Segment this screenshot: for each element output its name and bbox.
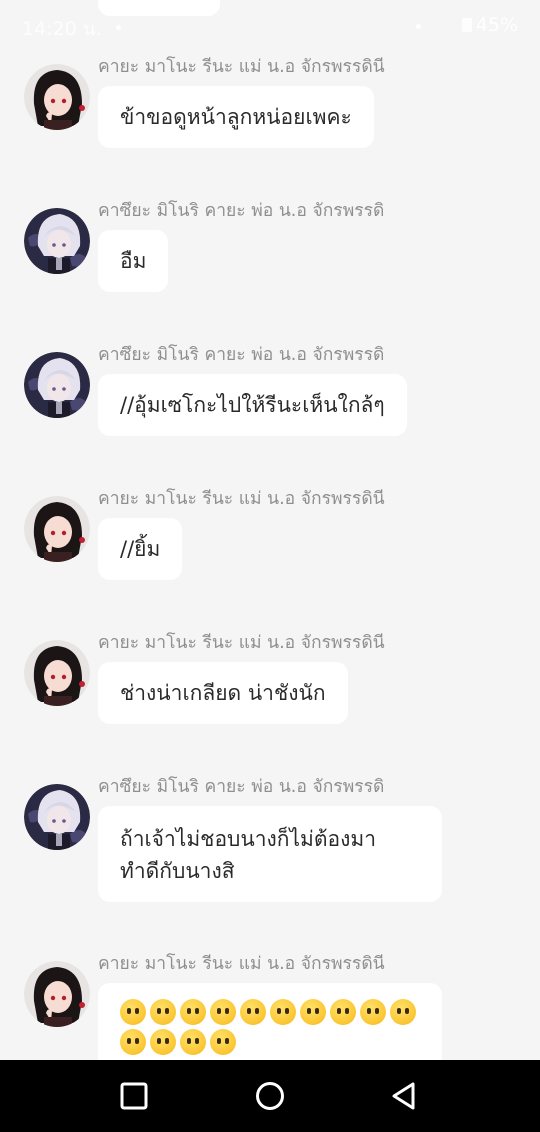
face-without-mouth-emoji xyxy=(360,999,386,1025)
face-without-mouth-emoji xyxy=(210,999,236,1025)
sender-name: คายะ มาโนะ รีนะ แม่ น.อ จักรพรรดินี xyxy=(98,489,385,509)
avatar-dark-hair[interactable] xyxy=(24,496,90,562)
square-recents-icon[interactable] xyxy=(116,1078,152,1114)
notification-dot-icon xyxy=(116,25,121,30)
message-bubble[interactable]: อืม xyxy=(98,230,169,292)
avatar-dark-hair[interactable] xyxy=(24,961,90,1027)
avatar-silver-hair[interactable] xyxy=(24,208,90,274)
face-without-mouth-emoji xyxy=(270,999,296,1025)
face-without-mouth-emoji xyxy=(300,999,326,1025)
avatar-dark-hair[interactable] xyxy=(24,64,90,130)
message-bubble[interactable]: //ยิ้ม xyxy=(98,518,183,580)
message-bubble[interactable]: ถ้าเจ้าไม่ชอบนางก็ไม่ต้องมา ทำดีกับนางสิ xyxy=(98,806,442,902)
face-without-mouth-emoji xyxy=(210,1029,236,1055)
signal-dot-icon xyxy=(416,24,421,29)
face-without-mouth-emoji xyxy=(120,999,146,1025)
face-without-mouth-emoji xyxy=(180,1029,206,1055)
face-without-mouth-emoji xyxy=(150,1029,176,1055)
message-bubble[interactable]: //อุ้มเซโกะไปให้รีนะเห็นใกล้ๆ xyxy=(98,374,407,436)
face-without-mouth-emoji xyxy=(390,999,416,1025)
sender-name: คายะ มาโนะ รีนะ แม่ น.อ จักรพรรดินี xyxy=(98,57,385,77)
battery-percent: 45% xyxy=(475,14,518,36)
avatar-dark-hair[interactable] xyxy=(24,640,90,706)
triangle-back-icon[interactable] xyxy=(386,1078,422,1114)
face-without-mouth-emoji xyxy=(180,999,206,1025)
message-bubble[interactable]: ข้าขอดูหน้าลูกหน่อยเพคะ xyxy=(98,86,374,148)
battery-indicator: 45% xyxy=(461,14,518,36)
previous-message-bubble[interactable] xyxy=(98,0,220,16)
avatar-silver-hair[interactable] xyxy=(24,352,90,418)
avatar-silver-hair[interactable] xyxy=(24,784,90,850)
status-bar: 14:20 น. 45% xyxy=(0,0,540,56)
face-without-mouth-emoji xyxy=(330,999,356,1025)
sender-name: คาซึยะ มิโนริ คายะ พ่อ น.อ จักรพรรดิ xyxy=(98,201,385,221)
face-without-mouth-emoji xyxy=(120,1029,146,1055)
face-without-mouth-emoji xyxy=(240,999,266,1025)
sender-name: คาซึยะ มิโนริ คายะ พ่อ น.อ จักรพรรดิ xyxy=(98,345,385,365)
sender-name: คายะ มาโนะ รีนะ แม่ น.อ จักรพรรดินี xyxy=(98,633,385,653)
sender-name: คาซึยะ มิโนริ คายะ พ่อ น.อ จักรพรรดิ xyxy=(98,777,385,797)
circle-home-icon[interactable] xyxy=(252,1078,288,1114)
navigation-bar xyxy=(0,1060,540,1132)
message-bubble[interactable]: ช่างน่าเกลียด น่าชังนัก xyxy=(98,662,348,724)
status-time: 14:20 น. xyxy=(22,18,102,40)
face-without-mouth-emoji xyxy=(150,999,176,1025)
battery-icon xyxy=(461,18,472,32)
chat-screen: 14:20 น. 45% คายะ มาโนะ รีนะ แม่ น.อ จัก… xyxy=(0,0,540,1132)
sender-name: คายะ มาโนะ รีนะ แม่ น.อ จักรพรรดินี xyxy=(98,954,385,974)
